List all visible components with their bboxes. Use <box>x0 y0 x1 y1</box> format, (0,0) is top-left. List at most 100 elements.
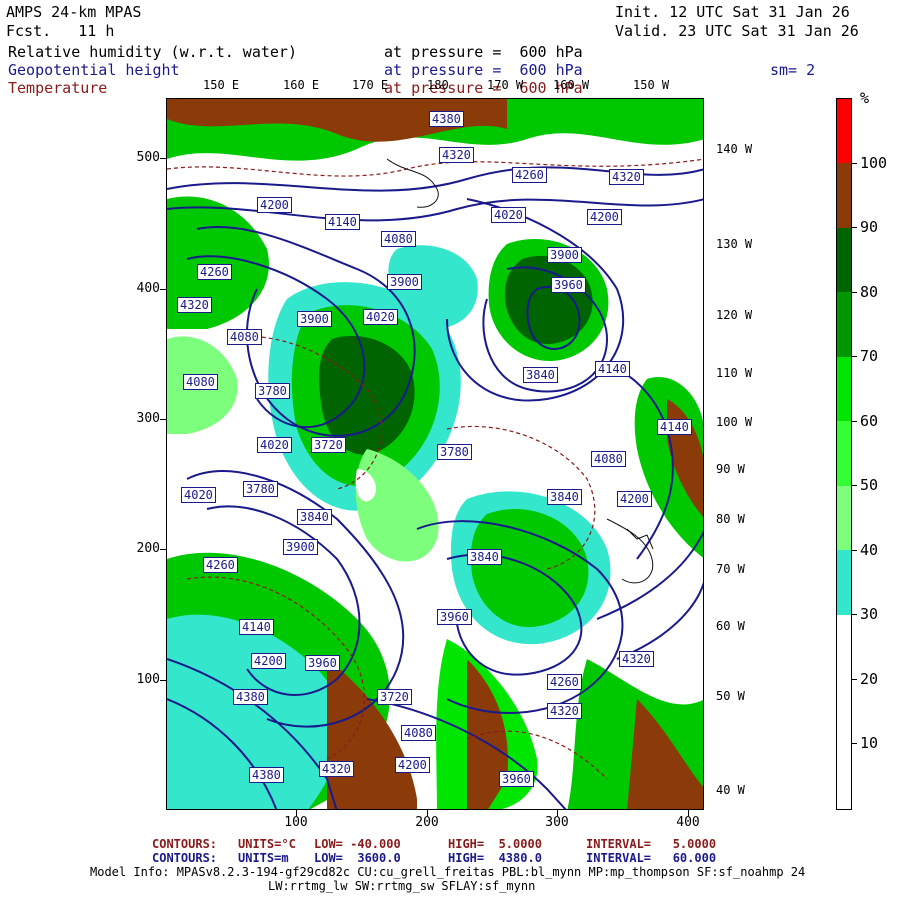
y-tick <box>160 419 166 420</box>
humidity-color-scale <box>836 98 852 810</box>
scale-swatch-80 <box>837 228 851 292</box>
height-contour-low: LOW= 3600.0 <box>314 851 401 865</box>
contour-label: 4380 <box>233 689 268 705</box>
scale-swatch-100 <box>837 99 851 163</box>
contour-label: 4200 <box>257 197 292 213</box>
right-lon-label: 120 W <box>716 308 753 322</box>
contour-label: 4320 <box>177 297 212 313</box>
contour-label: 4020 <box>363 309 398 325</box>
top-lon-label: 170 W <box>487 78 524 92</box>
scale-swatch-90 <box>837 163 851 228</box>
temp-contour-high: HIGH= 5.0000 <box>448 837 542 851</box>
contour-label: 4020 <box>181 487 216 503</box>
scale-swatch-50 <box>837 421 851 486</box>
contour-label: 3840 <box>297 509 332 525</box>
contour-label: 3900 <box>297 311 332 327</box>
contour-label: 4260 <box>197 264 232 280</box>
scale-swatch-low <box>837 615 851 809</box>
contour-label: 3780 <box>437 444 472 460</box>
var2-level: at pressure = 600 hPa <box>384 61 583 79</box>
y-tick <box>160 680 166 681</box>
var1-level: at pressure = 600 hPa <box>384 43 583 61</box>
scale-tick <box>851 614 857 615</box>
contour-label: 4260 <box>203 557 238 573</box>
y-axis-label: 500 <box>136 150 160 165</box>
contour-label: 3900 <box>387 274 422 290</box>
scale-unit: % <box>860 89 870 107</box>
x-axis-label: 100 <box>284 815 308 830</box>
temp-contour-label: CONTOURS: <box>152 837 218 851</box>
var3-name: Temperature <box>8 79 108 97</box>
contour-label: 4080 <box>401 725 436 741</box>
top-lon-label: 160 W <box>553 78 590 92</box>
contour-label: 4140 <box>595 361 630 377</box>
scale-tick <box>851 227 857 228</box>
model-title: AMPS 24-km MPAS <box>6 3 142 21</box>
contour-label: 3840 <box>467 549 502 565</box>
right-lon-label: 80 W <box>716 512 745 526</box>
contour-label: 3960 <box>551 277 586 293</box>
contour-label: 4140 <box>325 214 360 230</box>
contour-label: 4200 <box>395 757 430 773</box>
right-lon-label: 130 W <box>716 237 753 251</box>
x-axis-label: 300 <box>545 815 569 830</box>
contour-label: 3780 <box>243 481 278 497</box>
var2-smoothing: sm= 2 <box>770 61 816 79</box>
scale-swatch-60 <box>837 357 851 421</box>
contour-label: 3900 <box>283 539 318 555</box>
contour-label: 4320 <box>619 651 654 667</box>
top-lon-label: 160 E <box>283 78 320 92</box>
top-lon-label: 180 <box>427 78 449 92</box>
x-axis-label: 200 <box>415 815 439 830</box>
temp-contour-units: UNITS=°C <box>238 837 296 851</box>
contour-label: 4140 <box>657 419 692 435</box>
contour-label: 3840 <box>523 367 558 383</box>
contour-label: 4320 <box>319 761 354 777</box>
temp-contour-low: LOW= -40.000 <box>314 837 401 851</box>
y-axis-label: 200 <box>136 541 160 556</box>
x-axis-label: 400 <box>676 815 700 830</box>
scale-label: 40 <box>860 541 879 559</box>
contour-label: 4080 <box>183 374 218 390</box>
top-lon-label: 150 E <box>203 78 240 92</box>
right-lon-label: 70 W <box>716 562 745 576</box>
contour-label: 4320 <box>439 147 474 163</box>
contour-label: 3960 <box>437 609 472 625</box>
scale-tick <box>851 743 857 744</box>
y-tick <box>160 158 166 159</box>
contour-label: 3840 <box>547 489 582 505</box>
y-tick <box>160 289 166 290</box>
var1-name: Relative humidity (w.r.t. water) <box>8 43 297 61</box>
contour-label: 4080 <box>227 329 262 345</box>
contour-label: 4020 <box>257 437 292 453</box>
scale-tick <box>851 356 857 357</box>
top-lon-label: 150 W <box>633 78 670 92</box>
contour-label: 4080 <box>381 231 416 247</box>
scale-tick <box>851 550 857 551</box>
contour-label: 4140 <box>239 619 274 635</box>
contour-label: 4380 <box>429 111 464 127</box>
contour-label: 4260 <box>547 674 582 690</box>
contour-label: 3780 <box>255 383 290 399</box>
contour-label: 4200 <box>251 653 286 669</box>
right-lon-label: 110 W <box>716 366 753 380</box>
contour-label: 4320 <box>609 169 644 185</box>
scale-label: 80 <box>860 283 879 301</box>
height-contour-units: UNITS=m <box>238 851 289 865</box>
init-time: Init. 12 UTC Sat 31 Jan 26 <box>615 3 850 21</box>
scale-label: 60 <box>860 412 879 430</box>
scale-swatch-70 <box>837 292 851 357</box>
scale-label: 90 <box>860 218 879 236</box>
height-contour-high: HIGH= 4380.0 <box>448 851 542 865</box>
scale-swatch-40 <box>837 486 851 550</box>
contour-label: 3960 <box>499 771 534 787</box>
right-lon-label: 60 W <box>716 619 745 633</box>
y-axis-label: 400 <box>136 281 160 296</box>
valid-time: Valid. 23 UTC Sat 31 Jan 26 <box>615 22 859 40</box>
scale-tick <box>851 163 857 164</box>
scale-tick <box>851 292 857 293</box>
right-lon-label: 40 W <box>716 783 745 797</box>
right-lon-label: 50 W <box>716 689 745 703</box>
contour-label: 4200 <box>617 491 652 507</box>
scale-label: 10 <box>860 734 879 752</box>
